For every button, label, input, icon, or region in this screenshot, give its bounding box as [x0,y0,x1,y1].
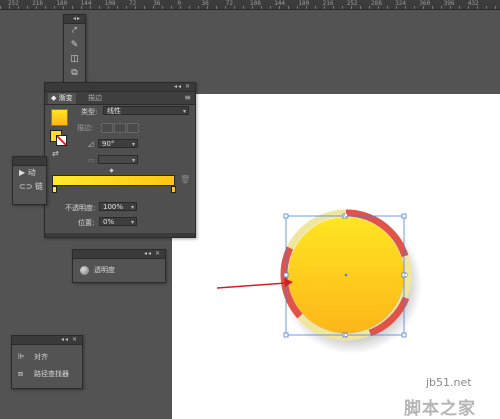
ruler-label: 108 [250,0,261,7]
gradient-stop-left[interactable] [52,186,57,193]
ruler-label: 216 [322,0,334,7]
ruler-label: 360 [419,0,431,7]
links-label: 链 [34,182,43,191]
aspect-ratio-icon: ▭ [88,156,95,164]
actions-panel-header[interactable] [13,157,46,166]
watermark-brand: 脚本之家 [404,399,476,419]
gradient-panel: ◂◂ ✕ ◆ 渐变 描边 ≡ ⇄ 类型: 线性 ▾ 描边: ◿ 90° ▾ ▭ … [44,82,196,238]
ruler-label: 432 [467,0,479,7]
type-select[interactable]: 线性 ▾ [103,106,189,115]
chevron-down-icon: ▾ [130,219,134,226]
align-panel: ◂◂ ✕ ⊫ 对齐 ⧈ 路径查找器 [11,335,83,389]
type-label: 类型: [81,108,98,116]
ruler-label: 396 [443,0,455,7]
align-label: 对齐 [34,353,48,361]
tools-panel-header[interactable]: ◂▸ [64,15,85,24]
location-value: 0% [103,218,115,226]
panel-close-icon[interactable]: ◂◂ ✕ [174,83,191,90]
tab-stroke[interactable]: 描边 [85,93,105,104]
ruler-label: 72 [225,0,234,7]
transparency-icon [80,265,89,275]
chevron-down-icon: ▾ [131,141,135,148]
link-icon: ⊂⊃ [19,182,33,191]
stroke-apply-within-button[interactable] [101,123,113,133]
ruler-label: 216 [32,0,44,7]
links-row[interactable]: ⊂⊃ 链 [13,180,46,194]
ruler-label: 144 [80,0,92,7]
ruler-label: 288 [371,0,382,7]
ruler-label: 72 [129,0,137,7]
angle-value: 90° [102,140,115,148]
reverse-gradient-icon[interactable]: ⇄ [52,149,59,158]
type-select-value: 线性 [107,107,121,115]
pathfinder-item[interactable]: ⧈ 路径查找器 [18,368,69,380]
transparency-label: 透明度 [94,266,115,274]
opacity-label: 不透明度: [65,204,96,212]
panel-close-icon[interactable]: ◂◂ ✕ [61,336,78,343]
panel-resize-grip[interactable] [45,233,195,237]
transparency-panel-header[interactable]: ◂◂ ✕ [73,250,165,259]
panel-close-icon[interactable]: ◂◂ ✕ [144,250,161,257]
artboard[interactable] [172,94,500,419]
shape-builder-icon[interactable]: ◫ [64,52,85,66]
opacity-value: 100% [103,203,124,211]
collapse-icon[interactable]: ◂▸ [73,15,81,22]
gradient-preview-swatch[interactable] [51,109,68,126]
gradient-panel-header[interactable]: ◂◂ ✕ [45,83,195,92]
align-item[interactable]: ⊫ 对齐 [18,351,48,363]
ruler-label: 0 [177,0,182,7]
transparency-panel: ◂◂ ✕ 透明度 [72,249,166,283]
tools-panel: ◂▸ ⤤ ✎ ◫ ⧉ [63,14,86,88]
align-panel-header[interactable]: ◂◂ ✕ [12,336,82,345]
aspect-ratio-input: ▾ [98,155,138,164]
ruler-label: 180 [56,0,68,7]
horizontal-ruler: 252 216 180 144 108 72 36 0 36 72 108 144 180 216 252 2… [0,0,500,10]
play-icon: ▶ [19,168,26,177]
gradient-stop-right[interactable] [171,186,176,193]
stroke-apply-across-button[interactable] [127,123,139,133]
ruler-label: 180 [298,0,310,7]
stroke-apply-along-button[interactable] [114,123,126,133]
ruler-label: 324 [395,0,407,7]
pen-icon[interactable]: ✎ [64,38,85,52]
transparency-item[interactable]: 透明度 [80,264,115,276]
angle-icon: ◿ [88,140,94,148]
ruler-label: 252 [346,0,358,7]
pathfinder-icon: ⧈ [18,369,24,378]
chevron-down-icon: ▾ [131,157,135,164]
align-icon: ⊫ [18,352,25,361]
blend-icon[interactable]: ⧉ [64,66,85,80]
stroke-label: 描边: [77,124,94,132]
angle-input[interactable]: 90° ▾ [98,139,138,148]
gradient-panel-tabs: ◆ 渐变 描边 ≡ [45,92,195,105]
opacity-input[interactable]: 100% ▾ [99,202,137,211]
tab-gradient[interactable]: ◆ 渐变 [48,93,76,104]
stroke-none-swatch[interactable] [56,135,67,146]
delete-stop-icon[interactable]: 🗑 [180,175,190,184]
ruler-label: 36 [201,0,209,7]
ruler-label: 144 [274,0,286,7]
midpoint-diamond[interactable] [109,168,114,173]
panel-menu-icon[interactable]: ≡ [184,93,191,102]
chevron-down-icon: ▾ [182,108,186,115]
watermark-site: jb51.net [426,376,472,389]
gradient-slider[interactable] [52,175,175,186]
ruler-label: 252 [8,0,19,7]
location-input[interactable]: 0% ▾ [99,217,137,226]
actions-label: 动 [27,168,36,177]
pathfinder-label: 路径查找器 [34,370,69,378]
actions-panel: ▶ 动 ⊂⊃ 链 [12,156,47,205]
chevron-down-icon: ▾ [130,204,134,211]
actions-row[interactable]: ▶ 动 [13,166,46,180]
ruler-label: 36 [153,0,161,7]
direct-selection-icon[interactable]: ⤤ [64,24,85,38]
ruler-label: 108 [104,0,116,7]
location-label: 位置: [78,219,95,227]
